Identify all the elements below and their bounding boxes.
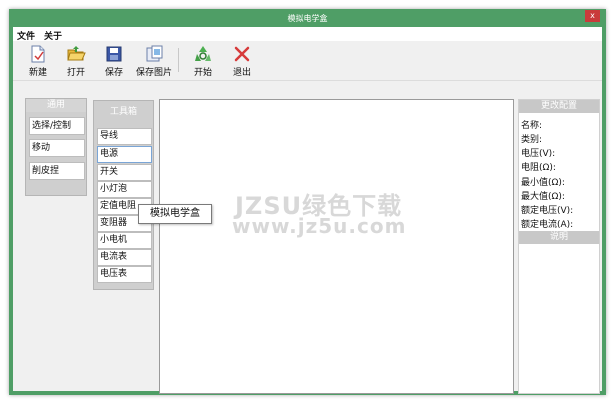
recycle-start-icon bbox=[195, 46, 211, 61]
tool-wire[interactable]: 导线 bbox=[97, 128, 152, 145]
config-panel: 更改配置 名称: 类别: 电压(V): 电阻(Ω): 最小值(Ω): 最大值(Ω… bbox=[518, 99, 600, 394]
client-area: 文件 关于 新建 打开 保存 保存图片 开始 退出 通用 选择/控制 移动 削皮… bbox=[13, 27, 602, 394]
save-label: 保存 bbox=[104, 68, 123, 78]
toolbar-separator bbox=[178, 48, 179, 72]
toolbox-title: 工具箱 bbox=[94, 101, 153, 123]
exit-label: 退出 bbox=[232, 68, 251, 78]
save-button[interactable]: 保存 bbox=[92, 44, 136, 78]
tool-motor[interactable]: 小电机 bbox=[97, 232, 152, 249]
general-panel: 通用 选择/控制 移动 削皮捏 bbox=[25, 98, 87, 196]
app-window: 模拟电学盒 x 文件 关于 新建 打开 保存 保存图片 开始 退出 通用 选择/… bbox=[9, 9, 606, 395]
start-label: 开始 bbox=[193, 68, 212, 78]
tool-voltmeter[interactable]: 电压表 bbox=[97, 266, 152, 283]
tool-switch[interactable]: 开关 bbox=[97, 164, 152, 181]
menu-file[interactable]: 文件 bbox=[17, 29, 35, 42]
save-image-icon bbox=[146, 45, 163, 62]
save-image-label: 保存图片 bbox=[135, 68, 172, 78]
close-button[interactable]: x bbox=[585, 10, 600, 22]
title-bar[interactable]: 模拟电学盒 x bbox=[9, 9, 606, 27]
exit-x-icon bbox=[234, 46, 250, 62]
config-field-resistance: 电阻(Ω): bbox=[521, 163, 556, 173]
config-field-min: 最小值(Ω): bbox=[521, 178, 565, 188]
config-field-max: 最大值(Ω): bbox=[521, 192, 565, 202]
tool-ammeter[interactable]: 电流表 bbox=[97, 249, 152, 266]
config-field-rated-current: 额定电流(A): bbox=[521, 220, 574, 230]
menu-about[interactable]: 关于 bbox=[44, 29, 62, 42]
drawing-canvas[interactable]: JZSU绿色下载 www.jz5u.com bbox=[159, 99, 514, 394]
config-field-type: 类别: bbox=[521, 135, 543, 145]
strip-wire-button[interactable]: 削皮捏 bbox=[29, 162, 85, 180]
config-field-name: 名称: bbox=[521, 121, 543, 131]
move-button[interactable]: 移动 bbox=[29, 139, 85, 157]
floppy-disk-icon bbox=[106, 46, 122, 62]
save-image-button[interactable]: 保存图片 bbox=[132, 44, 176, 78]
watermark-line-2: www.jz5u.com bbox=[232, 214, 407, 238]
toolbar: 新建 打开 保存 保存图片 开始 退出 bbox=[13, 42, 602, 81]
description-title: 说明 bbox=[519, 231, 599, 244]
tool-power-source[interactable]: 电源 bbox=[97, 146, 152, 163]
config-field-rated-voltage: 额定电压(V): bbox=[521, 206, 574, 216]
toolbox-panel: 工具箱 导线 电源 开关 小灯泡 定值电阻 变阻器 小电机 电流表 电压表 bbox=[93, 100, 154, 290]
folder-open-icon bbox=[67, 46, 86, 61]
config-field-voltage: 电压(V): bbox=[521, 149, 556, 159]
select-control-button[interactable]: 选择/控制 bbox=[29, 117, 85, 135]
new-file-icon bbox=[31, 45, 45, 63]
window-title: 模拟电学盒 bbox=[287, 14, 328, 23]
tooltip: 模拟电学盒 bbox=[138, 204, 212, 224]
start-button[interactable]: 开始 bbox=[181, 44, 225, 78]
config-panel-title: 更改配置 bbox=[519, 100, 599, 113]
general-panel-title: 通用 bbox=[26, 99, 86, 112]
menu-bar: 文件 关于 bbox=[13, 27, 602, 42]
tool-bulb[interactable]: 小灯泡 bbox=[97, 181, 152, 198]
exit-button[interactable]: 退出 bbox=[220, 44, 264, 78]
